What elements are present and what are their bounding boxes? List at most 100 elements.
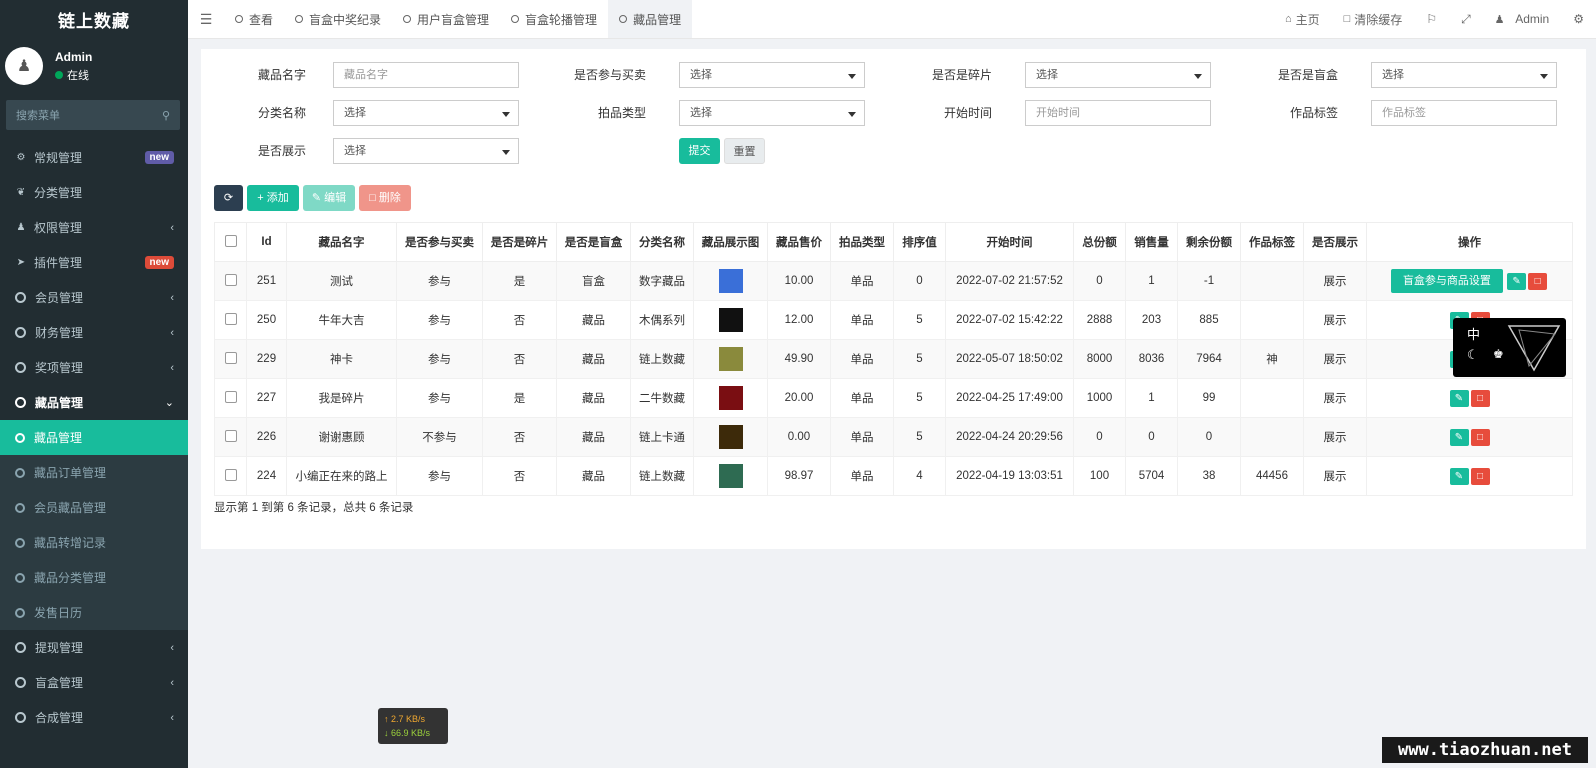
home-link[interactable]: ⌂ 主页 xyxy=(1273,11,1332,28)
filter-name-input[interactable]: 藏品名字 xyxy=(333,62,519,88)
table-row[interactable]: 226 谢谢惠顾 不参与否藏品 链上卡通 0.00 单品 5 2022-04-24 20:29… xyxy=(214,417,1573,457)
row-edit-button[interactable]: ✎ xyxy=(1449,428,1469,446)
language-toggle[interactable]: 中 xyxy=(1467,324,1480,343)
table-row[interactable]: 250 牛年大吉 参与否藏品 木偶系列 12.00 单品 5 2022-07-02 15:42… xyxy=(214,300,1573,340)
sidebar-item-member[interactable]: 会员管理 ‹ xyxy=(0,280,188,315)
filter-tag-input[interactable]: 作品标签 xyxy=(1371,100,1557,126)
fullscreen-icon[interactable]: ⤢ xyxy=(1449,12,1483,27)
sidebar-subitem-orders[interactable]: 藏品订单管理 xyxy=(0,455,188,490)
col-sold[interactable]: 销售量 xyxy=(1125,222,1178,262)
filter-category-select[interactable]: 选择 xyxy=(333,100,519,126)
app-logo[interactable]: 链上数藏 xyxy=(0,0,188,38)
collection-thumbnail[interactable] xyxy=(718,386,743,410)
sidebar-subitem-collection[interactable]: 藏品管理 xyxy=(0,420,188,455)
clear-cache-button[interactable]: □ 清除缓存 xyxy=(1332,11,1415,28)
upload-speed: ↑ 2.7 KB/s xyxy=(384,714,426,724)
row-checkbox[interactable] xyxy=(214,417,247,457)
col-name[interactable]: 藏品名字 xyxy=(286,222,397,262)
reset-button[interactable]: 重置 xyxy=(724,138,765,164)
edit-button[interactable]: ✎ 编辑 xyxy=(303,185,355,211)
delete-button[interactable]: □ 删除 xyxy=(359,185,411,211)
trash-icon: □ xyxy=(1476,431,1484,443)
filter-buy-select[interactable]: 选择 xyxy=(679,62,865,88)
sidebar-item-permission[interactable]: ♟ 权限管理 ‹ xyxy=(0,210,188,245)
collection-thumbnail[interactable] xyxy=(718,269,743,293)
settings-icon[interactable]: ⚙ xyxy=(1561,12,1596,26)
submit-button[interactable]: 提交 xyxy=(679,138,720,164)
sidebar-subitem-member-collection[interactable]: 会员藏品管理 xyxy=(0,490,188,525)
tab-collection[interactable]: 藏品管理 xyxy=(608,0,693,38)
col-remain[interactable]: 剩余份额 xyxy=(1177,222,1241,262)
moon-icon[interactable]: ☾ xyxy=(1467,347,1479,363)
select-all-checkbox[interactable] xyxy=(214,222,247,262)
col-image[interactable]: 藏品展示图 xyxy=(693,222,768,262)
table-row[interactable]: 251 测试 参与是盲盒 数字藏品 10.00 单品 0 2022-07-02 21:57:5… xyxy=(214,261,1573,301)
language-icon[interactable]: ⚐ xyxy=(1414,12,1449,26)
collection-thumbnail[interactable] xyxy=(718,425,743,449)
sidebar-item-general[interactable]: ⚙ 常规管理 new xyxy=(0,140,188,175)
cell-name: 牛年大吉 xyxy=(286,300,397,340)
row-checkbox[interactable] xyxy=(214,378,247,418)
filter-fragment-select[interactable]: 选择 xyxy=(1025,62,1211,88)
row-delete-button[interactable]: □ xyxy=(1528,272,1548,290)
col-total[interactable]: 总份额 xyxy=(1073,222,1126,262)
row-checkbox[interactable] xyxy=(214,339,247,379)
row-checkbox[interactable] xyxy=(214,456,247,496)
col-type[interactable]: 拍品类型 xyxy=(830,222,894,262)
admin-user-menu[interactable]: ♟ Admin xyxy=(1483,12,1562,26)
table-row[interactable]: 227 我是碎片 参与是藏品 二牛数藏 20.00 单品 5 2022-04-25 17:49… xyxy=(214,378,1573,418)
col-tag[interactable]: 作品标签 xyxy=(1240,222,1304,262)
col-price[interactable]: 藏品售价 xyxy=(767,222,831,262)
sidebar-item-synthesis[interactable]: 合成管理 ‹ xyxy=(0,700,188,735)
row-checkbox[interactable] xyxy=(214,300,247,340)
collection-thumbnail[interactable] xyxy=(718,308,743,332)
tab-blindbox-winning[interactable]: 盲盒中奖纪录 xyxy=(284,0,392,38)
col-blindbox[interactable]: 是否是盲盒 xyxy=(556,222,631,262)
filter-auction-select[interactable]: 选择 xyxy=(679,100,865,126)
row-delete-button[interactable]: □ xyxy=(1470,389,1490,407)
col-start[interactable]: 开始时间 xyxy=(945,222,1074,262)
filter-display-select[interactable]: 选择 xyxy=(333,138,519,164)
row-edit-button[interactable]: ✎ xyxy=(1449,389,1469,407)
sidebar-item-finance[interactable]: 财务管理 ‹ xyxy=(0,315,188,350)
table-row[interactable]: 224 小编正在来的路上 参与否藏品 链上数藏 98.97 单品 4 2022-04-19 1… xyxy=(214,456,1573,496)
row-edit-button[interactable]: ✎ xyxy=(1507,272,1527,290)
sidebar-subitem-calendar[interactable]: 发售日历 xyxy=(0,595,188,630)
shirt-icon[interactable]: ♚ xyxy=(1493,347,1504,361)
avatar: ♟ xyxy=(5,47,43,85)
search-icon[interactable]: ⚲ xyxy=(162,109,170,122)
row-delete-button[interactable]: □ xyxy=(1470,428,1490,446)
sidebar-subitem-transfer[interactable]: 藏品转增记录 xyxy=(0,525,188,560)
sidebar-item-plugin[interactable]: ➤ 插件管理 new xyxy=(0,245,188,280)
col-category[interactable]: 分类名称 xyxy=(630,222,694,262)
sidebar-item-blindbox[interactable]: 盲盒管理 ‹ xyxy=(0,665,188,700)
col-sort[interactable]: 排序值 xyxy=(893,222,946,262)
tab-user-blindbox[interactable]: 用户盲盒管理 xyxy=(392,0,500,38)
sidebar-item-withdraw[interactable]: 提现管理 ‹ xyxy=(0,630,188,665)
row-checkbox[interactable] xyxy=(214,261,247,301)
filter-start-input[interactable]: 开始时间 xyxy=(1025,100,1211,126)
col-id[interactable]: Id xyxy=(246,222,287,262)
row-edit-button[interactable]: ✎ xyxy=(1449,467,1469,485)
blindbox-settings-button[interactable]: 盲盒参与商品设置 xyxy=(1390,269,1503,293)
floating-toolbox[interactable]: 中 ☾ ♚ xyxy=(1453,318,1566,377)
col-buy[interactable]: 是否参与买卖 xyxy=(396,222,483,262)
collection-thumbnail[interactable] xyxy=(718,347,743,371)
sidebar-subitem-category[interactable]: 藏品分类管理 xyxy=(0,560,188,595)
sidebar-item-category[interactable]: ❦ 分类管理 xyxy=(0,175,188,210)
tab-view[interactable]: 查看 xyxy=(224,0,284,38)
col-display[interactable]: 是否展示 xyxy=(1303,222,1367,262)
collection-thumbnail[interactable] xyxy=(718,464,743,488)
sidebar-item-collection[interactable]: 藏品管理 ⌄ xyxy=(0,385,188,420)
row-delete-button[interactable]: □ xyxy=(1470,467,1490,485)
sidebar-item-prize[interactable]: 奖项管理 ‹ xyxy=(0,350,188,385)
menu-toggle-icon[interactable]: ☰ xyxy=(188,11,224,28)
col-fragment[interactable]: 是否是碎片 xyxy=(482,222,557,262)
sidebar-search-input[interactable]: 搜索菜单 ⚲ xyxy=(6,100,180,130)
add-button[interactable]: + 添加 xyxy=(247,185,299,211)
filter-blindbox-select[interactable]: 选择 xyxy=(1371,62,1557,88)
cell-price: 98.97 xyxy=(767,456,831,496)
table-row[interactable]: 229 神卡 参与否藏品 链上数藏 49.90 单品 5 2022-05-07 18:50:0… xyxy=(214,339,1573,379)
tab-blindbox-carousel[interactable]: 盲盒轮播管理 xyxy=(500,0,608,38)
refresh-button[interactable]: ⟳ xyxy=(214,185,243,211)
